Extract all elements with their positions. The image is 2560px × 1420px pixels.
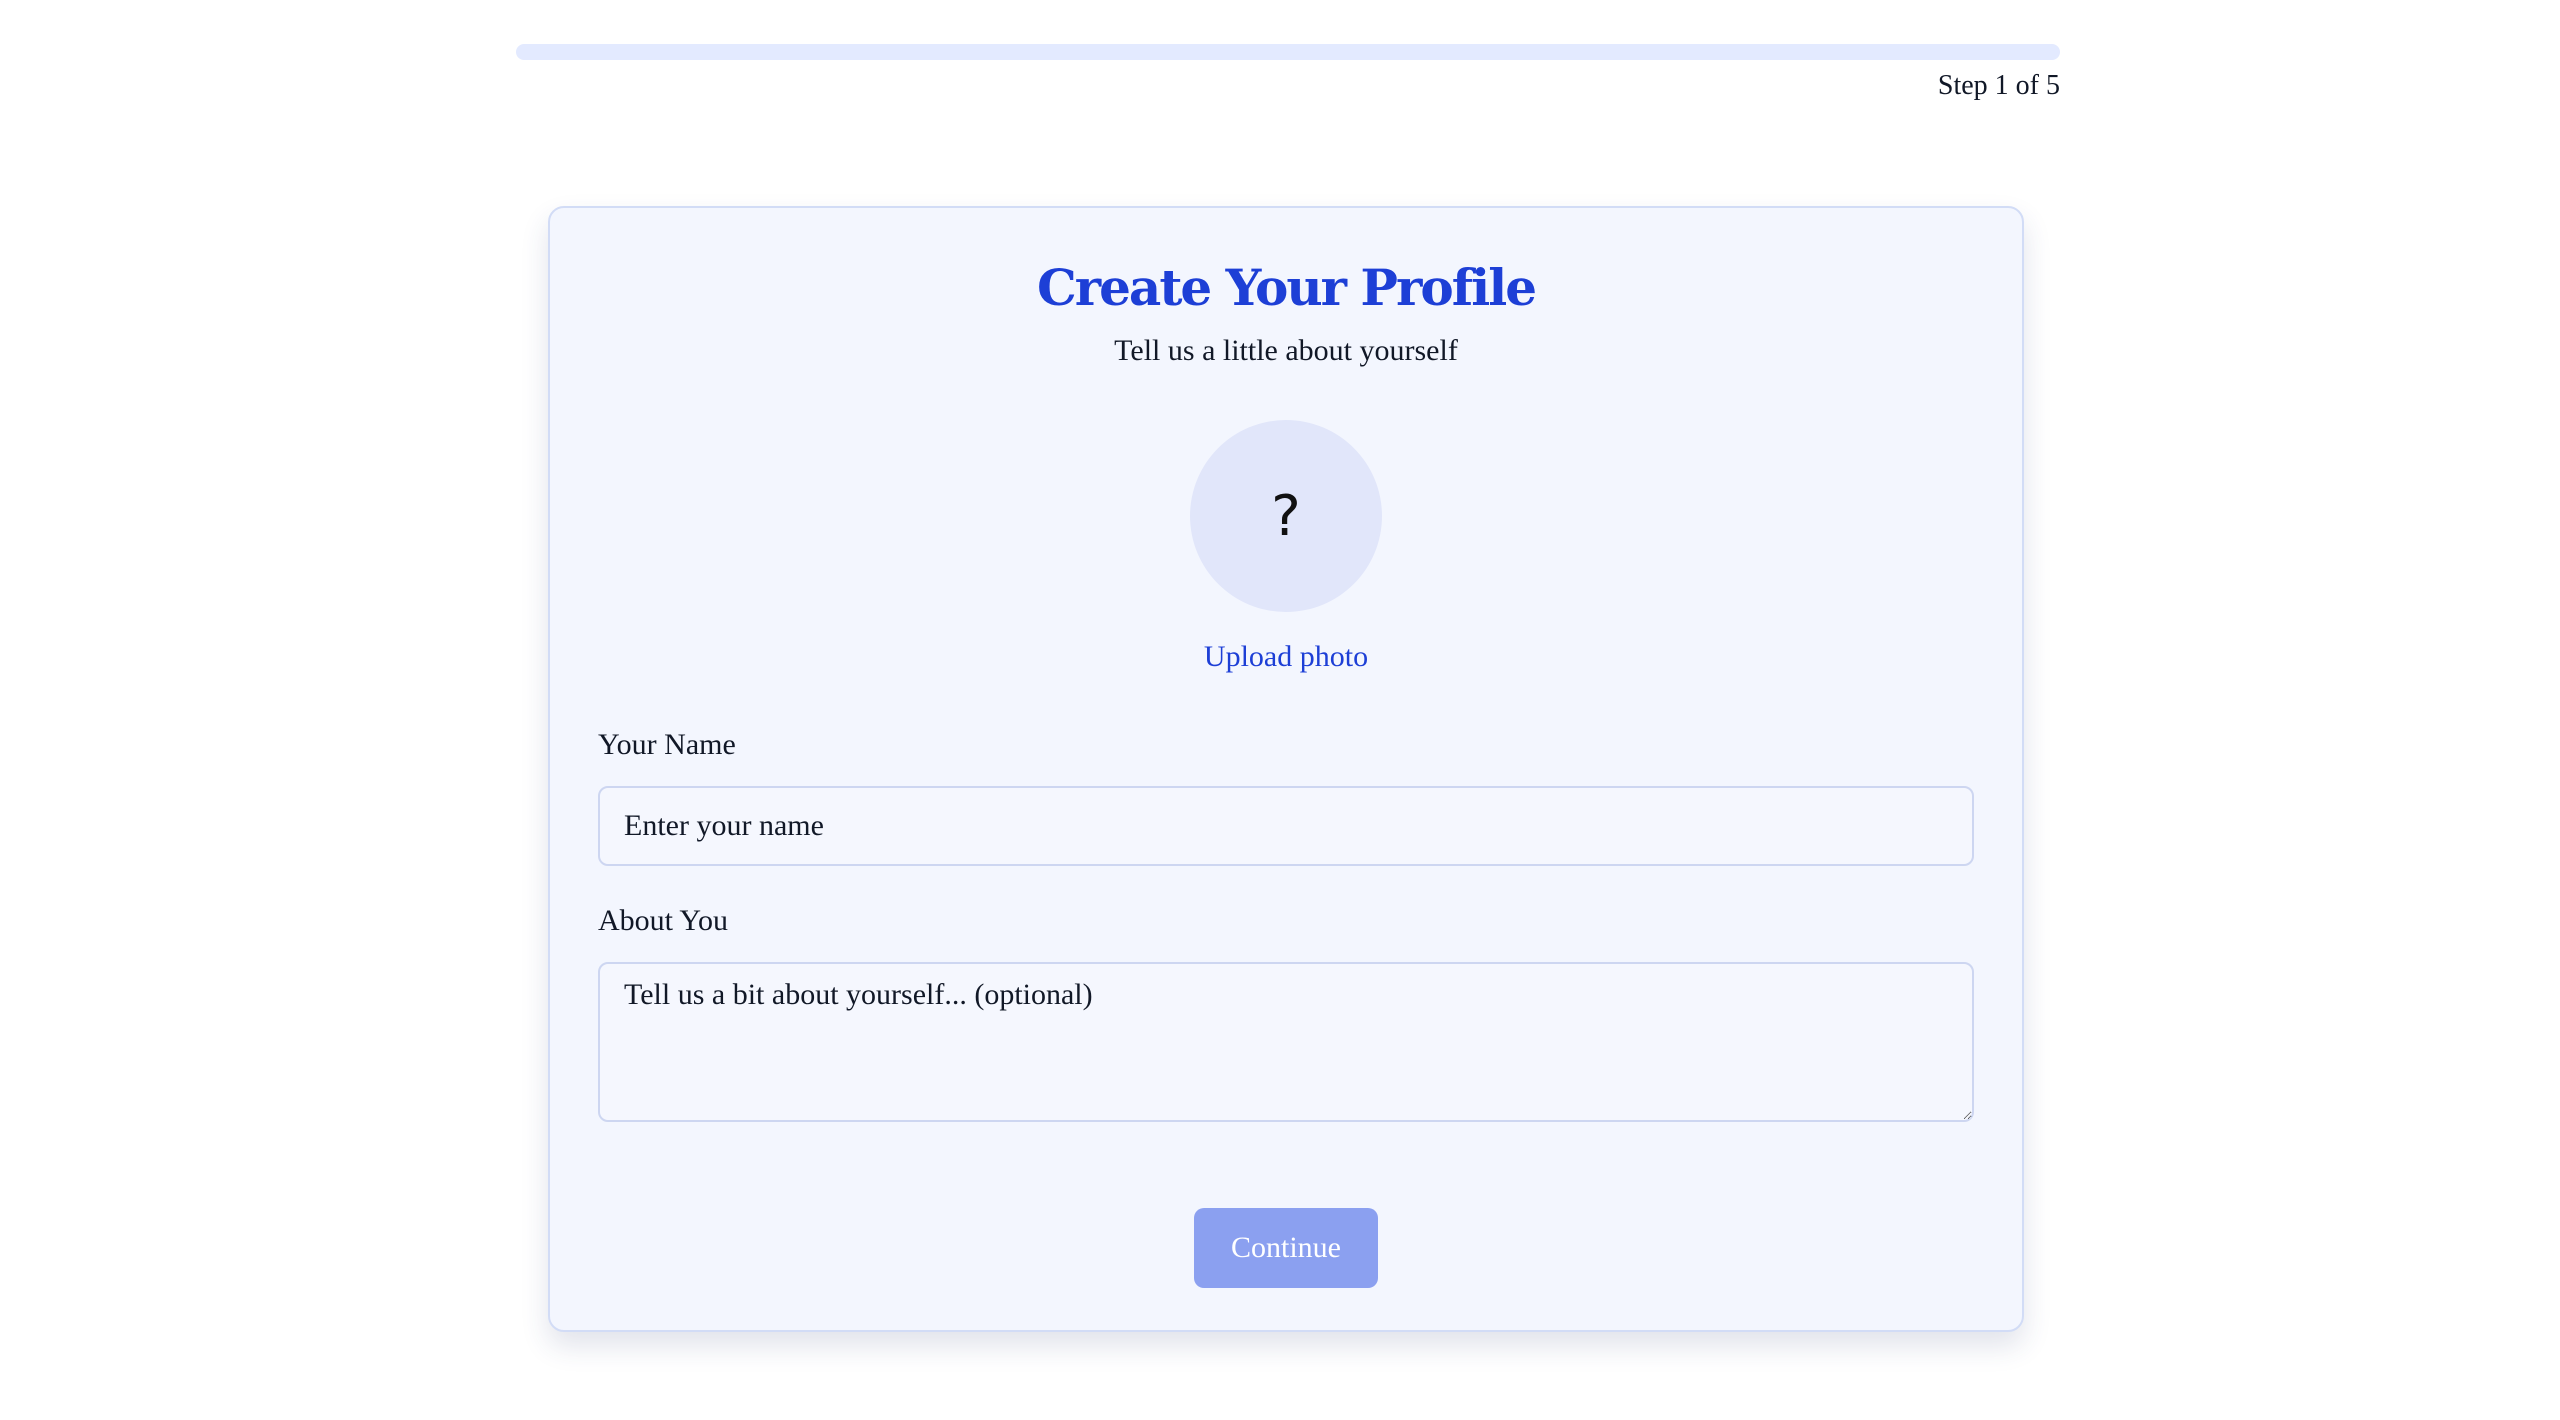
upload-photo-link[interactable]: Upload photo — [550, 640, 2022, 674]
continue-button[interactable]: Continue — [1194, 1208, 1378, 1288]
progress-section: Step 1 of 5 — [516, 44, 2060, 102]
about-label: About You — [598, 904, 729, 937]
name-label: Your Name — [598, 728, 736, 761]
page-subtitle: Tell us a little about yourself — [1114, 334, 1458, 367]
progress-bar — [516, 44, 2060, 60]
question-mark-icon: ? — [1271, 483, 1301, 549]
step-indicator: Step 1 of 5 — [1937, 70, 2060, 101]
profile-card: Create Your Profile Tell us a little abo… — [548, 206, 2024, 1332]
name-input[interactable] — [598, 786, 1974, 866]
avatar-placeholder[interactable]: ? — [1190, 420, 1382, 612]
page-title: Create Your Profile — [1036, 258, 1537, 317]
about-textarea[interactable] — [598, 962, 1974, 1122]
